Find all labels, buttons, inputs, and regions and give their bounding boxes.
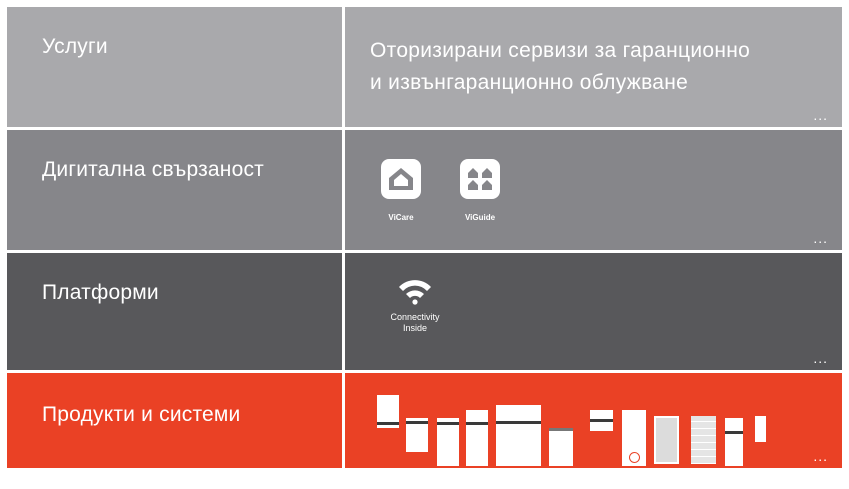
product-compact-unit: [406, 418, 428, 452]
product-pv-panel: [691, 416, 716, 464]
house-icon[interactable]: [381, 159, 421, 199]
products-label: Продукти и системи: [42, 403, 241, 426]
product-floor-unit-1: [437, 418, 459, 466]
product-small-module: [590, 410, 613, 431]
product-slim-unit: [725, 418, 743, 466]
product-controller: [755, 416, 766, 442]
product-tall-cylinder: [622, 410, 646, 466]
connectivity-line-1: Connectivity: [390, 312, 440, 322]
product-storage-tank: [549, 428, 573, 466]
connectivity-inside-label: Connectivity Inside: [385, 312, 445, 334]
viguide-label: ViGuide: [464, 213, 496, 222]
services-label-cell: Услуги: [7, 7, 342, 127]
platforms-more[interactable]: ...: [813, 350, 828, 366]
row-services: Услуги Оторизирани сервизи за гаранционн…: [7, 7, 842, 127]
services-desc-cell: Оторизирани сервизи за гаранционно и изв…: [345, 7, 842, 127]
platforms-content-cell: Connectivity Inside ...: [345, 253, 842, 370]
products-more[interactable]: ...: [813, 448, 828, 464]
row-platforms: Платформи Connectivity Inside ...: [7, 253, 842, 370]
services-desc-line-1: Оторизирани сервизи за гаранционно: [370, 39, 751, 62]
vicare-label: ViCare: [388, 213, 414, 222]
platforms-label: Платформи: [42, 281, 159, 304]
services-description: Оторизирани сервизи за гаранционно и изв…: [370, 35, 750, 99]
services-more[interactable]: ...: [813, 107, 828, 123]
products-content-cell: ...: [345, 373, 842, 468]
product-floor-unit-2: [466, 410, 488, 466]
digital-apps-cell: ViCare ViGuide ...: [345, 130, 842, 250]
product-double-tower: [496, 405, 541, 466]
platforms-label-cell: Платформи: [7, 253, 342, 370]
product-wall-boiler: [377, 395, 399, 428]
products-label-cell: Продукти и системи: [7, 373, 342, 468]
multi-house-icon[interactable]: [460, 159, 500, 199]
connectivity-line-2: Inside: [402, 323, 428, 333]
product-solar-panel: [654, 416, 679, 464]
digital-label: Дигитална свързаност: [42, 158, 264, 181]
services-desc-line-2: и извънгаранционно облужване: [370, 71, 689, 94]
row-products: Продукти и системи ...: [7, 373, 842, 468]
digital-label-cell: Дигитална свързаност: [7, 130, 342, 250]
row-digital-connectivity: Дигитална свързаност ViCare ViGuide ...: [7, 130, 842, 250]
services-label: Услуги: [42, 35, 108, 58]
digital-more[interactable]: ...: [813, 230, 828, 246]
wifi-icon: [399, 280, 431, 305]
